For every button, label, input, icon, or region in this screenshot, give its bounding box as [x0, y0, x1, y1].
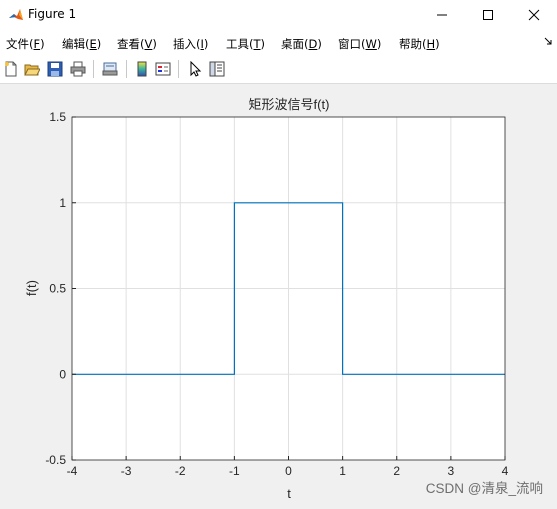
menu-tools[interactable]: 工具(T) [226, 36, 265, 52]
x-tick-label: 4 [502, 464, 509, 478]
menu-view[interactable]: 查看(V) [117, 36, 157, 52]
menu-edit[interactable]: 编辑(E) [62, 36, 101, 52]
property-editor-button[interactable] [208, 60, 226, 78]
menu-desktop[interactable]: 桌面(D) [281, 36, 322, 52]
legend-button[interactable] [154, 60, 172, 78]
x-tick-label: 3 [448, 464, 455, 478]
open-file-icon [24, 64, 40, 76]
x-tick-label: 2 [393, 464, 400, 478]
x-tick-label: -3 [121, 464, 132, 478]
print-preview-icon [102, 62, 118, 76]
close-button[interactable] [511, 0, 557, 30]
x-tick-label: -2 [175, 464, 186, 478]
print-icon [70, 61, 86, 77]
save-icon [47, 61, 63, 77]
toolbar-separator [178, 60, 179, 78]
y-tick-label: 1 [59, 196, 66, 210]
y-tick-label: -0.5 [45, 453, 66, 467]
x-tick-label: 0 [285, 464, 292, 478]
figure-toolbar [0, 55, 557, 84]
menu-help[interactable]: 帮助(H) [399, 36, 440, 52]
window-title: Figure 1 [28, 7, 77, 21]
x-tick-label: 1 [339, 464, 346, 478]
y-tick-label: 0.5 [49, 282, 66, 296]
figure-canvas: 矩形波信号f(t) -4 -3 -2 -1 0 1 2 3 4 -0.5 0 0.5 1 1.5 t f(… [0, 84, 557, 505]
menu-window[interactable]: 窗口(W) [338, 36, 381, 52]
x-tick-label: -1 [229, 464, 240, 478]
toolbar-separator [126, 60, 127, 78]
matlab-logo-icon [8, 7, 24, 23]
menu-file[interactable]: 文件(F) [6, 36, 45, 52]
property-editor-icon [209, 61, 225, 77]
save-button[interactable] [46, 60, 64, 78]
dock-arrow-icon[interactable] [543, 36, 553, 46]
chart-title: 矩形波信号f(t) [249, 97, 330, 112]
toolbar-separator [93, 60, 94, 78]
colorbar-icon [137, 61, 147, 77]
print-button[interactable] [69, 60, 87, 78]
x-axis-label: t [287, 486, 291, 501]
new-figure-button[interactable] [2, 60, 20, 78]
menu-insert[interactable]: 插入(I) [173, 36, 208, 52]
watermark: CSDN @清泉_流响 [425, 481, 543, 496]
menu-bar: 文件(F) 编辑(E) 查看(V) 插入(I) 工具(T) 桌面(D) 窗口(W… [0, 30, 557, 55]
print-preview-button[interactable] [101, 60, 119, 78]
maximize-button[interactable] [465, 0, 511, 30]
pointer-button[interactable] [186, 60, 204, 78]
open-file-button[interactable] [23, 60, 41, 78]
legend-icon [155, 62, 171, 76]
colorbar-button[interactable] [133, 60, 151, 78]
y-tick-label: 1.5 [49, 110, 66, 124]
x-tick-label: -4 [67, 464, 78, 478]
new-figure-icon [5, 61, 17, 77]
pointer-icon [190, 61, 202, 77]
y-tick-label: 0 [59, 367, 66, 381]
plot-area[interactable]: 矩形波信号f(t) -4 -3 -2 -1 0 1 2 3 4 -0.5 0 0.5 1 1.5 t f(… [0, 84, 557, 505]
y-axis-label: f(t) [24, 280, 39, 296]
close-icon [528, 9, 540, 21]
minimize-button[interactable] [419, 0, 465, 30]
maximize-icon [483, 10, 493, 20]
minimize-icon [437, 14, 447, 16]
title-bar: Figure 1 [0, 0, 557, 30]
